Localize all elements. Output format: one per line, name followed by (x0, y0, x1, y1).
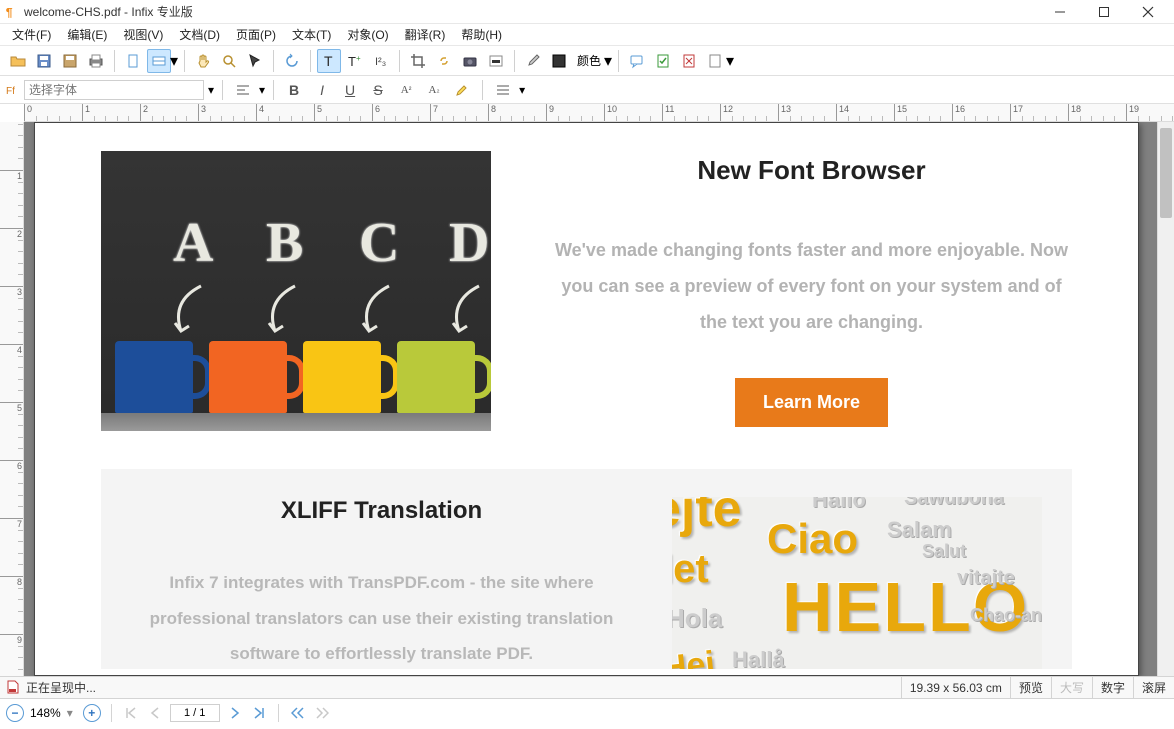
minimize-button[interactable] (1038, 0, 1082, 24)
save-button[interactable] (32, 49, 56, 73)
window-title: welcome-CHS.pdf - Infix 专业版 (24, 3, 193, 20)
status-preview[interactable]: 预览 (1010, 677, 1051, 698)
link-tool[interactable] (432, 49, 456, 73)
status-num: 数字 (1092, 677, 1133, 698)
zoom-out-button[interactable]: − (6, 704, 24, 722)
next-view-button[interactable] (313, 704, 331, 722)
document-canvas[interactable]: ABCD New Font Browser We've made changin… (24, 122, 1174, 676)
linespacing-button[interactable] (491, 79, 515, 101)
menu-text[interactable]: 文本(T) (284, 24, 339, 45)
highlight-button[interactable] (450, 79, 474, 101)
svg-text:T: T (324, 53, 333, 69)
app-icon: ¶ (4, 5, 18, 19)
attach-tool[interactable] (703, 49, 727, 73)
align-left-button[interactable] (231, 79, 255, 101)
sign-tool[interactable] (677, 49, 701, 73)
stamp-tool[interactable] (651, 49, 675, 73)
status-bar: 正在呈现中... 19.39 x 56.03 cm 预览 大写 数字 滚屏 (0, 676, 1174, 698)
learn-more-button[interactable]: Learn More (735, 378, 888, 427)
color-swatch[interactable] (547, 49, 571, 73)
subscript-button[interactable]: A₂ (422, 79, 446, 101)
color-label: 颜色 (577, 52, 601, 69)
comment-tool[interactable] (625, 49, 649, 73)
bold-button[interactable]: B (282, 79, 306, 101)
menu-file[interactable]: 文件(F) (4, 24, 59, 45)
crop-tool[interactable] (406, 49, 430, 73)
select-tool[interactable] (243, 49, 267, 73)
text-plus-tool[interactable]: T+ (343, 49, 367, 73)
fit-width-button[interactable] (147, 49, 171, 73)
font-select[interactable] (24, 80, 204, 100)
menu-view[interactable]: 视图(V) (115, 24, 171, 45)
font-dropdown-icon[interactable]: ▾ (208, 83, 214, 97)
section1-body[interactable]: We've made changing fonts faster and mor… (551, 232, 1072, 340)
zoom-tool[interactable] (217, 49, 241, 73)
page-number-field[interactable] (170, 704, 220, 722)
linespacing-dropdown-icon[interactable]: ▾ (519, 83, 525, 97)
close-button[interactable] (1126, 0, 1170, 24)
print-button[interactable] (84, 49, 108, 73)
zoom-dropdown-icon[interactable]: ▾ (170, 51, 178, 71)
main-toolbar: ▾ T T+ I²₃ 颜色 ▾ ▾ (0, 46, 1174, 76)
svg-text:I²₃: I²₃ (375, 56, 386, 68)
rotate-tool[interactable] (280, 49, 304, 73)
menu-translate[interactable]: 翻译(R) (397, 24, 454, 45)
svg-text:+: + (356, 54, 361, 63)
saveas-button[interactable] (58, 49, 82, 73)
format-toolbar: Ff ▾ ▾ B I U S A² A₂ ▾ (0, 76, 1174, 104)
prev-page-button[interactable] (146, 704, 164, 722)
underline-button[interactable]: U (338, 79, 362, 101)
maximize-button[interactable] (1082, 0, 1126, 24)
vertical-ruler[interactable]: 0123456789101112 (0, 122, 24, 676)
svg-text:T: T (348, 54, 356, 69)
menu-help[interactable]: 帮助(H) (453, 24, 510, 45)
section2-title[interactable]: XLIFF Translation (131, 497, 632, 525)
pdf-page[interactable]: ABCD New Font Browser We've made changin… (34, 122, 1139, 676)
vertical-scrollbar[interactable] (1157, 122, 1174, 676)
mugs-image: ABCD (101, 151, 491, 431)
hand-tool[interactable] (191, 49, 215, 73)
status-text: 正在呈现中... (26, 679, 96, 696)
status-icon (4, 679, 22, 697)
color-dropdown-icon[interactable]: ▾ (604, 51, 612, 71)
scrollbar-thumb[interactable] (1160, 128, 1172, 218)
vertical-text-tool[interactable]: I²₃ (369, 49, 393, 73)
menu-document[interactable]: 文档(D) (171, 24, 228, 45)
strikethrough-button[interactable]: S (366, 79, 390, 101)
font-icon: Ff (6, 83, 20, 97)
work-area: 0123456789101112 ABCD (0, 122, 1174, 676)
last-page-button[interactable] (250, 704, 268, 722)
status-caps: 大写 (1051, 677, 1092, 698)
menu-edit[interactable]: 编辑(E) (59, 24, 115, 45)
menu-bar: 文件(F) 编辑(E) 视图(V) 文档(D) 页面(P) 文本(T) 对象(O… (0, 24, 1174, 46)
superscript-button[interactable]: A² (394, 79, 418, 101)
attach-dropdown-icon[interactable]: ▾ (726, 51, 734, 71)
eyedropper-tool[interactable] (521, 49, 545, 73)
italic-button[interactable]: I (310, 79, 334, 101)
zoom-dropdown[interactable]: ▾ (67, 706, 77, 720)
align-dropdown-icon[interactable]: ▾ (259, 83, 265, 97)
title-bar: ¶ welcome-CHS.pdf - Infix 专业版 (0, 0, 1174, 24)
text-tool[interactable]: T (317, 49, 341, 73)
status-dimensions: 19.39 x 56.03 cm (901, 677, 1010, 698)
section1-title[interactable]: New Font Browser (551, 155, 1072, 186)
camera-tool[interactable] (458, 49, 482, 73)
redact-tool[interactable] (484, 49, 508, 73)
menu-page[interactable]: 页面(P) (228, 24, 284, 45)
horizontal-ruler[interactable]: 01234567891011121314151617181920 (24, 104, 1174, 122)
fit-page-button[interactable] (121, 49, 145, 73)
open-button[interactable] (6, 49, 30, 73)
prev-view-button[interactable] (289, 704, 307, 722)
svg-text:¶: ¶ (6, 5, 13, 19)
first-page-button[interactable] (122, 704, 140, 722)
svg-text:Ff: Ff (6, 86, 15, 97)
menu-object[interactable]: 对象(O) (339, 24, 396, 45)
zoom-in-button[interactable]: + (83, 704, 101, 722)
next-page-button[interactable] (226, 704, 244, 722)
hello-image: HELLO ejte Ciao zlet Hei Hallo Sawubona … (672, 497, 1042, 669)
status-scroll: 滚屏 (1133, 677, 1174, 698)
zoom-level[interactable]: 148% (30, 706, 61, 720)
bottom-nav-bar: − 148% ▾ + (0, 698, 1174, 726)
section2-body[interactable]: Infix 7 integrates with TransPDF.com - t… (131, 565, 632, 669)
